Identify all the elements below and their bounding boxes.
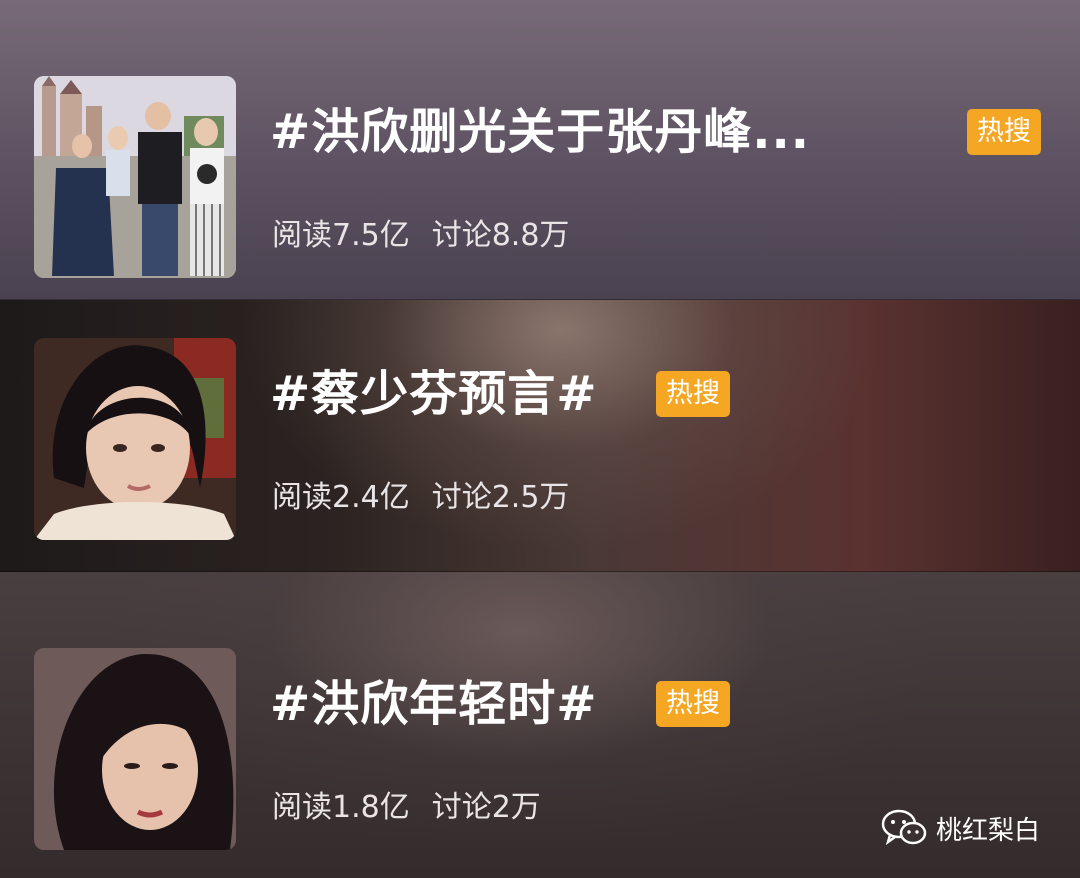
hot-search-badge: 热搜 xyxy=(967,109,1041,155)
hot-search-badge: 热搜 xyxy=(656,371,730,417)
item-stats: 阅读7.5亿 讨论8.8万 xyxy=(272,216,569,256)
hot-search-item[interactable]: #洪欣删光关于张丹峰... 热搜 阅读7.5亿 讨论8.8万 xyxy=(0,0,1080,300)
item-title[interactable]: #洪欣删光关于张丹峰... xyxy=(270,102,810,162)
portrait-image xyxy=(34,648,236,850)
item-thumbnail-portrait[interactable] xyxy=(34,648,236,850)
hot-search-list: #洪欣删光关于张丹峰... 热搜 阅读7.5亿 讨论8.8万 #蔡少芬预言# 热搜 xyxy=(0,0,1080,878)
read-count: 阅读2.4亿 xyxy=(272,480,410,515)
item-title[interactable]: #蔡少芬预言# xyxy=(270,364,597,424)
item-thumbnail-family-photo[interactable] xyxy=(34,76,236,278)
item-thumbnail-portrait[interactable] xyxy=(34,338,236,540)
watermark-text: 桃红梨白 xyxy=(936,815,1041,846)
discussion-count: 讨论2万 xyxy=(431,790,541,825)
hot-search-item[interactable]: #蔡少芬预言# 热搜 阅读2.4亿 讨论2.5万 xyxy=(0,300,1080,572)
item-stats: 阅读1.8亿 讨论2万 xyxy=(272,788,541,828)
family-photo-image xyxy=(34,76,236,278)
wechat-icon xyxy=(881,809,927,846)
read-count: 阅读7.5亿 xyxy=(272,218,410,253)
portrait-image xyxy=(34,338,236,540)
item-title[interactable]: #洪欣年轻时# xyxy=(270,674,597,734)
discussion-count: 讨论8.8万 xyxy=(431,218,570,253)
hot-search-badge: 热搜 xyxy=(656,681,730,727)
discussion-count: 讨论2.5万 xyxy=(431,480,570,515)
watermark: 桃红梨白 xyxy=(880,808,1040,848)
item-stats: 阅读2.4亿 讨论2.5万 xyxy=(272,478,569,518)
read-count: 阅读1.8亿 xyxy=(272,790,410,825)
